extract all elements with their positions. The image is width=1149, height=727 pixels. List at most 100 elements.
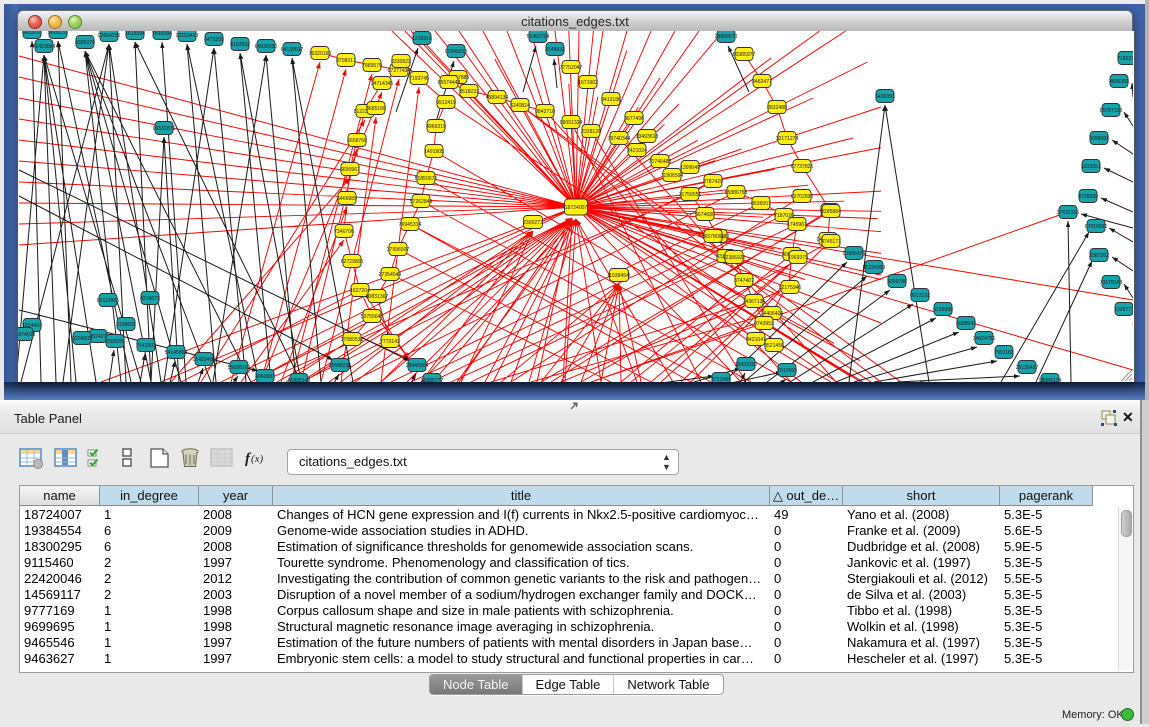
svg-text:9600133: 9600133 bbox=[48, 31, 68, 36]
svg-text:7917693: 7917693 bbox=[777, 368, 797, 374]
svg-text:76320163: 76320163 bbox=[309, 51, 332, 57]
svg-text:67010651: 67010651 bbox=[1085, 224, 1108, 230]
svg-text:7816184: 7816184 bbox=[152, 31, 172, 37]
svg-text:93103413: 93103413 bbox=[176, 33, 199, 39]
svg-text:5240824: 5240824 bbox=[510, 103, 530, 109]
svg-text:6658760: 6658760 bbox=[347, 138, 367, 144]
svg-text:1615594: 1615594 bbox=[125, 31, 145, 37]
svg-text:1671902: 1671902 bbox=[578, 80, 598, 86]
svg-text:4738299: 4738299 bbox=[1078, 194, 1098, 200]
svg-text:54145868: 54145868 bbox=[165, 350, 188, 356]
svg-text:62729806: 62729806 bbox=[341, 259, 364, 265]
svg-text:86578091: 86578091 bbox=[702, 234, 725, 240]
svg-text:87234309: 87234309 bbox=[863, 265, 886, 271]
svg-text:74367136: 74367136 bbox=[743, 299, 766, 305]
svg-text:73178108: 73178108 bbox=[1100, 280, 1123, 286]
svg-text:0330923: 0330923 bbox=[391, 59, 411, 65]
svg-text:0842710: 0842710 bbox=[535, 109, 555, 115]
svg-text:67737826: 67737826 bbox=[791, 164, 814, 170]
svg-text:5098393: 5098393 bbox=[1089, 136, 1109, 142]
svg-text:71906594: 71906594 bbox=[661, 173, 684, 179]
svg-text:36995777: 36995777 bbox=[421, 378, 444, 382]
svg-text:1491905: 1491905 bbox=[424, 149, 444, 155]
svg-text:7770143: 7770143 bbox=[380, 339, 400, 345]
svg-text:7182278: 7182278 bbox=[1117, 56, 1133, 62]
svg-text:55886753: 55886753 bbox=[725, 190, 748, 196]
svg-text:0433218: 0433218 bbox=[22, 31, 42, 36]
svg-text:71756551: 71756551 bbox=[679, 192, 702, 198]
svg-text:4896383: 4896383 bbox=[1109, 79, 1129, 85]
svg-text:76945314: 76945314 bbox=[399, 222, 422, 228]
svg-text:98084124: 98084124 bbox=[1039, 378, 1062, 382]
svg-text:8708317: 8708317 bbox=[336, 58, 356, 64]
svg-text:6690967: 6690967 bbox=[340, 167, 360, 173]
svg-text:61595148: 61595148 bbox=[288, 378, 311, 382]
svg-text:2421024: 2421024 bbox=[627, 148, 647, 154]
svg-text:51850671: 51850671 bbox=[415, 176, 438, 182]
svg-text:6193990: 6193990 bbox=[933, 307, 953, 313]
svg-text:80831367: 80831367 bbox=[366, 294, 389, 300]
svg-text:3158692: 3158692 bbox=[116, 322, 136, 328]
svg-text:9636057: 9636057 bbox=[751, 201, 771, 207]
svg-text:7889579: 7889579 bbox=[362, 63, 382, 69]
svg-text:64835030: 64835030 bbox=[255, 44, 278, 50]
svg-text:13433200: 13433200 bbox=[735, 362, 758, 368]
svg-text:17080531: 17080531 bbox=[341, 337, 364, 343]
svg-text:1031051: 1031051 bbox=[1081, 164, 1101, 170]
svg-text:8148932: 8148932 bbox=[545, 47, 565, 53]
svg-text:5674680: 5674680 bbox=[695, 212, 715, 218]
svg-text:9912419: 9912419 bbox=[436, 100, 456, 106]
svg-text:4745171: 4745171 bbox=[821, 239, 841, 245]
svg-text:65648236: 65648236 bbox=[329, 363, 352, 369]
svg-text:4216073: 4216073 bbox=[140, 296, 160, 302]
svg-text:0812191: 0812191 bbox=[910, 293, 930, 299]
svg-text:62386922: 62386922 bbox=[723, 255, 746, 261]
svg-text:25135427: 25135427 bbox=[1016, 365, 1039, 371]
svg-text:18724007: 18724007 bbox=[565, 205, 588, 211]
svg-text:3285884: 3285884 bbox=[821, 209, 841, 215]
svg-text:85574443: 85574443 bbox=[438, 80, 461, 86]
svg-text:55698169: 55698169 bbox=[228, 365, 251, 371]
svg-text:79740344: 79740344 bbox=[608, 136, 631, 142]
svg-text:34714345: 34714345 bbox=[371, 81, 394, 87]
svg-text:60385977: 60385977 bbox=[733, 52, 756, 58]
svg-text:0932480: 0932480 bbox=[767, 105, 787, 111]
svg-text:2300273: 2300273 bbox=[523, 220, 543, 226]
svg-text:64139537: 64139537 bbox=[281, 47, 304, 53]
svg-text:1399049: 1399049 bbox=[680, 165, 700, 171]
svg-text:37996507: 37996507 bbox=[387, 247, 410, 253]
svg-text:1226916: 1226916 bbox=[412, 36, 432, 42]
svg-text:4192832: 4192832 bbox=[230, 42, 250, 48]
svg-text:3518233: 3518233 bbox=[459, 89, 479, 95]
svg-text:02654235: 02654235 bbox=[98, 33, 121, 39]
svg-text:28809570: 28809570 bbox=[715, 34, 738, 40]
svg-text:3685160: 3685160 bbox=[366, 106, 386, 112]
svg-text:65787133: 65787133 bbox=[1100, 108, 1123, 114]
svg-text:37631165: 37631165 bbox=[1057, 210, 1079, 216]
svg-text:1969379: 1969379 bbox=[788, 255, 808, 261]
svg-text:5430391: 5430391 bbox=[875, 94, 895, 100]
svg-text:5466889: 5466889 bbox=[337, 196, 357, 202]
svg-text:1745961: 1745961 bbox=[787, 222, 807, 228]
svg-text:(x): (x) bbox=[251, 453, 264, 465]
svg-text:2260256: 2260256 bbox=[105, 339, 125, 345]
svg-text:77752047: 77752047 bbox=[560, 65, 583, 71]
svg-text:80112805: 80112805 bbox=[97, 298, 119, 304]
svg-text:29946804: 29946804 bbox=[406, 363, 429, 369]
svg-text:49894134: 49894134 bbox=[486, 95, 509, 101]
svg-text:99091334: 99091334 bbox=[560, 120, 583, 126]
svg-text:96532871: 96532871 bbox=[153, 126, 176, 132]
svg-text:72423884: 72423884 bbox=[33, 44, 56, 50]
svg-text:3482477: 3482477 bbox=[752, 79, 772, 85]
svg-text:6204505: 6204505 bbox=[72, 336, 92, 342]
svg-text:53755646: 53755646 bbox=[361, 314, 384, 320]
svg-text:27354549: 27354549 bbox=[379, 272, 402, 278]
svg-text:9743953: 9743953 bbox=[754, 321, 774, 327]
svg-text:01429401: 01429401 bbox=[193, 357, 216, 363]
svg-text:1326773: 1326773 bbox=[1114, 307, 1133, 313]
svg-text:51462704: 51462704 bbox=[527, 34, 550, 40]
svg-text:57262849: 57262849 bbox=[410, 199, 433, 205]
svg-text:7193745: 7193745 bbox=[409, 76, 429, 82]
svg-text:9521456: 9521456 bbox=[764, 343, 784, 349]
svg-text:4060883: 4060883 bbox=[255, 374, 275, 380]
